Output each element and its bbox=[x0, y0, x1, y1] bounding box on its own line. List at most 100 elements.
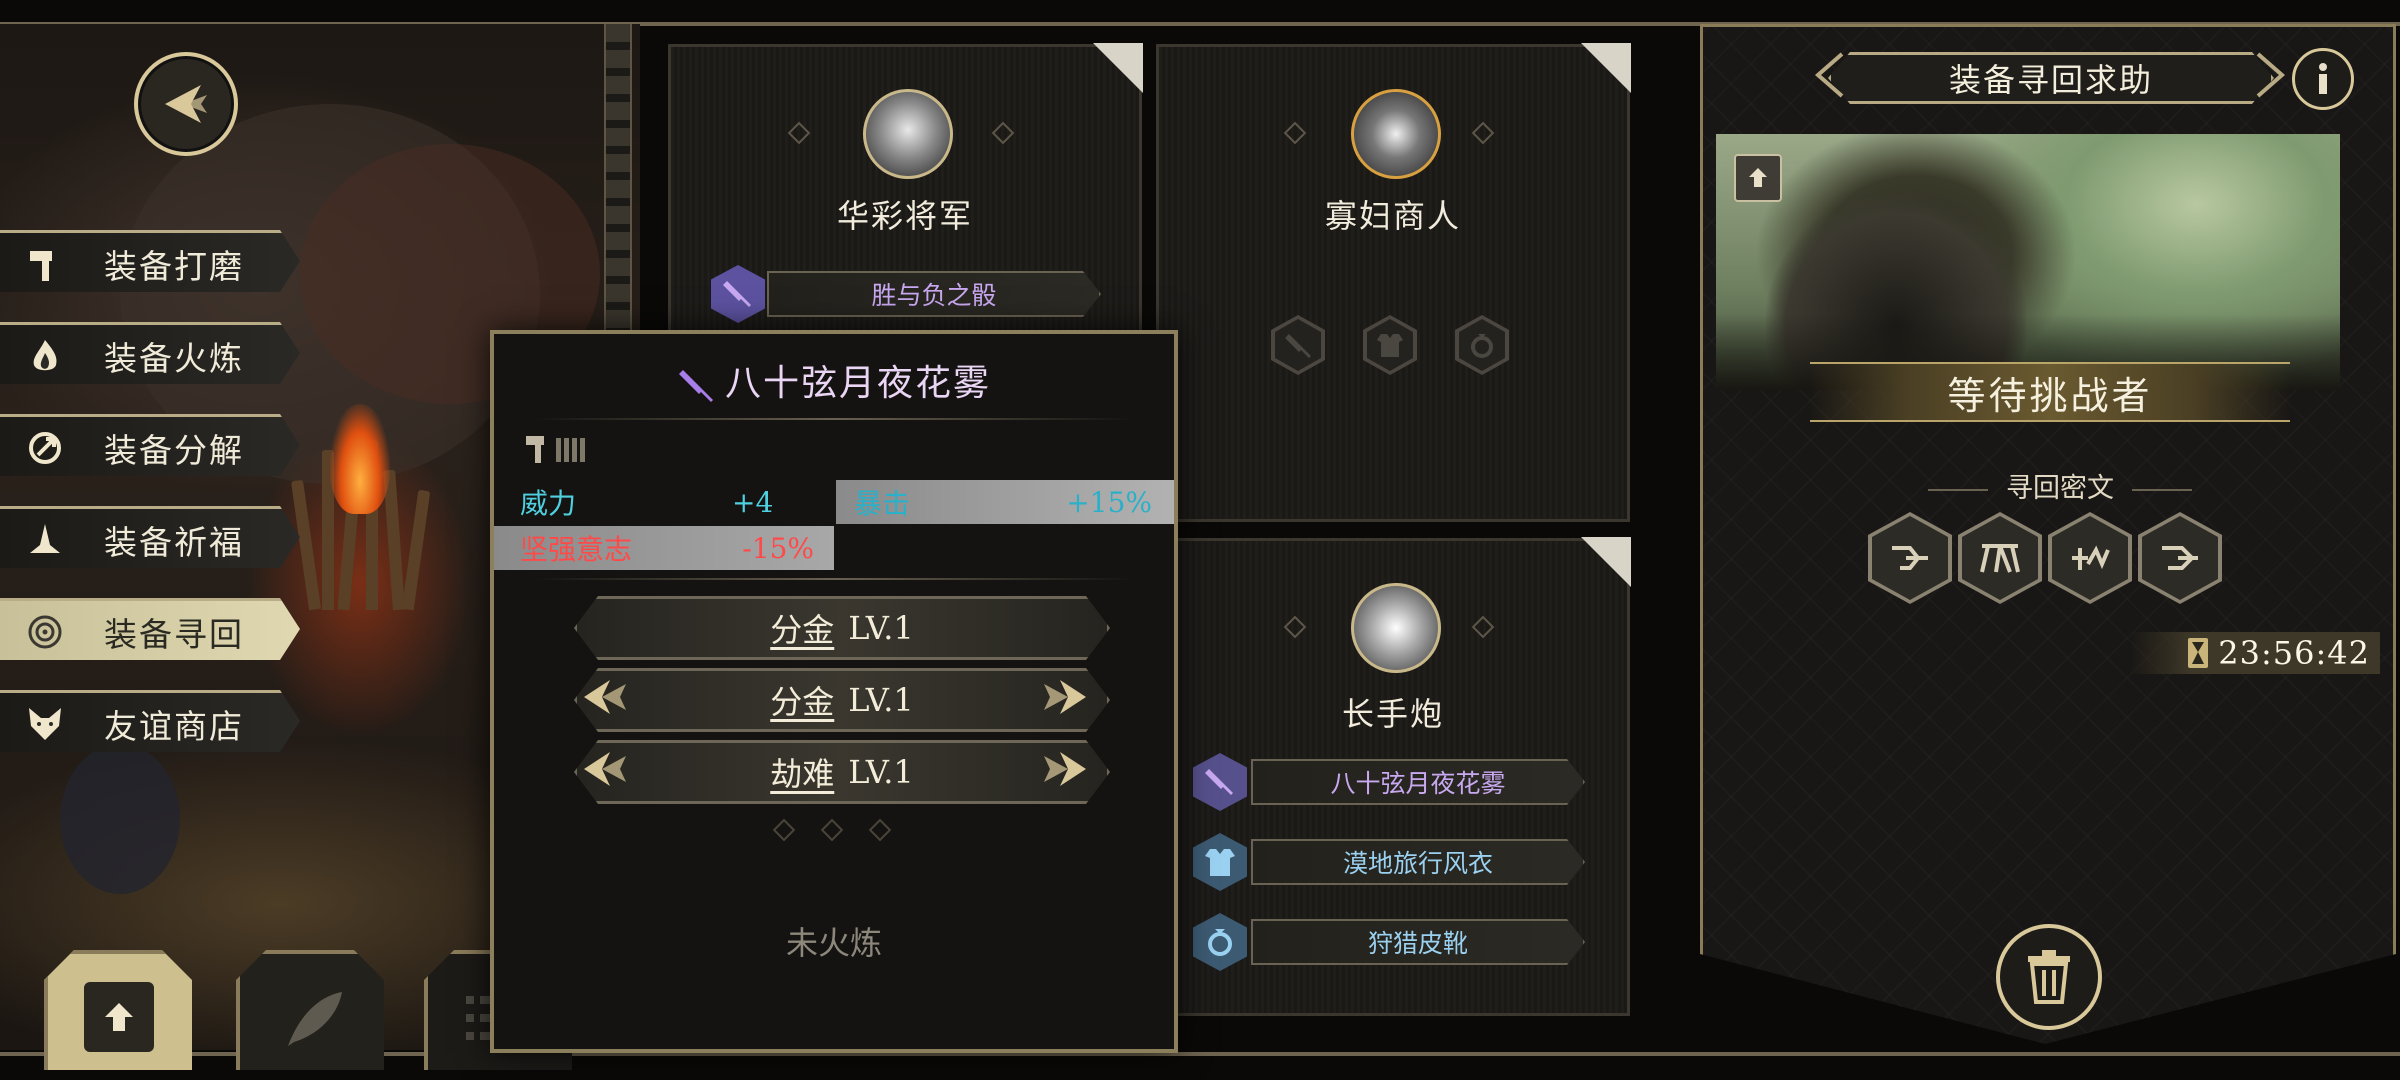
feather-tab[interactable] bbox=[236, 950, 384, 1070]
character-avatar bbox=[1351, 583, 1441, 673]
menu-item-label: 友谊商店 bbox=[104, 707, 244, 746]
hammer-icon bbox=[24, 243, 66, 285]
chevron-right-icon bbox=[2256, 52, 2286, 98]
stat-label: 威力 bbox=[520, 487, 577, 520]
deco-diamond bbox=[991, 121, 1015, 145]
popup-title: 八十弦月夜花雾 bbox=[494, 354, 1174, 406]
rune-glyph-icon bbox=[2072, 545, 2110, 570]
armor-slot[interactable] bbox=[1193, 833, 1247, 891]
target-icon bbox=[24, 611, 66, 653]
armor-icon bbox=[1205, 849, 1235, 876]
panel-title-text: 装备寻回求助 bbox=[1948, 61, 2153, 99]
affix-row[interactable]: 分金 LV.1 bbox=[574, 596, 1110, 660]
chevron-left-icon bbox=[1814, 52, 1844, 98]
deco-diamond bbox=[1471, 121, 1495, 145]
divider bbox=[534, 578, 1134, 580]
item-detail-popup: 八十弦月夜花雾 威力 +4 暴击 +15% 坚强意志 -15% 分金 LV.1 … bbox=[490, 330, 1178, 1053]
fox-icon bbox=[24, 703, 66, 745]
stat-value: +4 bbox=[732, 485, 774, 519]
menu-item-retrieve[interactable]: 装备寻回 bbox=[0, 598, 300, 660]
panel-title: 装备寻回求助 bbox=[1828, 52, 2274, 104]
menu-item-polish[interactable]: 装备打磨 bbox=[0, 230, 300, 292]
equipped-item[interactable]: 狩猎皮靴 bbox=[1251, 919, 1585, 965]
affix-name: 分金 bbox=[770, 611, 835, 649]
ring-slot[interactable] bbox=[1193, 913, 1247, 971]
countdown-timer: 23:56:42 bbox=[2130, 632, 2380, 674]
ring-icon bbox=[1208, 929, 1232, 956]
deco-diamond bbox=[1283, 615, 1307, 639]
ring-icon bbox=[1471, 334, 1493, 358]
character-card[interactable]: 寡妇商人 bbox=[1156, 43, 1631, 522]
empty-armor-slot[interactable] bbox=[1363, 315, 1417, 375]
deco-diamond bbox=[820, 818, 844, 842]
empty-weapon-slot[interactable] bbox=[1271, 315, 1325, 375]
card-corner bbox=[1581, 43, 1631, 93]
empty-ring-slot[interactable] bbox=[1455, 315, 1509, 375]
affix-row[interactable]: 劫难 LV.1 bbox=[574, 740, 1110, 804]
character-card[interactable]: 华彩将军 胜与负之骰 bbox=[668, 43, 1143, 405]
upload-tab[interactable] bbox=[44, 950, 192, 1070]
card-corner bbox=[1581, 537, 1631, 587]
disassemble-icon bbox=[24, 427, 66, 469]
polish-level-indicator bbox=[524, 430, 594, 470]
divider bbox=[534, 418, 1134, 420]
character-name: 华彩将军 bbox=[836, 197, 973, 235]
affix-level: LV.1 bbox=[848, 681, 914, 719]
menu-item-label: 装备打磨 bbox=[104, 247, 244, 286]
affix-row[interactable]: 分金 LV.1 bbox=[574, 668, 1110, 732]
deco-diamond bbox=[787, 121, 811, 145]
sword-icon bbox=[1285, 334, 1311, 358]
weapon-slot[interactable] bbox=[1193, 753, 1247, 811]
stat-value: -15% bbox=[742, 531, 814, 565]
flame-icon bbox=[24, 335, 66, 377]
deco-diamond bbox=[1471, 615, 1495, 639]
deco-diamond bbox=[772, 818, 796, 842]
menu-item-label: 装备火炼 bbox=[104, 339, 244, 378]
cipher-label: 寻回密文 bbox=[1900, 466, 2220, 505]
timer-value: 23:56:42 bbox=[2218, 634, 2370, 672]
sword-icon bbox=[1205, 769, 1233, 795]
upload-icon bbox=[84, 982, 154, 1052]
share-button[interactable] bbox=[1734, 154, 1782, 202]
hourglass-icon bbox=[2188, 638, 2209, 668]
equipped-item[interactable]: 胜与负之骰 bbox=[767, 271, 1101, 317]
stat-row-power: 威力 +4 bbox=[494, 480, 834, 524]
rune-glyph-icon bbox=[1980, 544, 2020, 573]
equipped-item[interactable]: 漠地旅行风衣 bbox=[1251, 839, 1585, 885]
upload-icon bbox=[1749, 168, 1767, 187]
arrow-right-icon bbox=[1044, 680, 1086, 714]
menu-item-label: 装备分解 bbox=[104, 431, 244, 470]
deco-diamond bbox=[1283, 121, 1307, 145]
weapon-slot[interactable] bbox=[711, 265, 765, 323]
affix-name: 劫难 bbox=[770, 755, 835, 793]
forge-status: 未火炼 bbox=[785, 924, 882, 962]
menu-item-blessing[interactable]: 装备祈福 bbox=[0, 506, 300, 568]
character-card[interactable]: 长手炮 八十弦月夜花雾 漠地旅行风衣 狩猎皮靴 bbox=[1156, 537, 1631, 1016]
menu-item-label: 装备祈福 bbox=[104, 523, 244, 562]
back-button[interactable] bbox=[134, 52, 238, 156]
character-name: 长手炮 bbox=[1341, 695, 1444, 733]
menu-item-forge[interactable]: 装备火炼 bbox=[0, 322, 300, 384]
back-arrow-icon bbox=[165, 85, 207, 123]
menu-item-friendship-shop[interactable]: 友谊商店 bbox=[0, 690, 300, 752]
status-banner: 等待挑战者 bbox=[1810, 362, 2290, 422]
equipped-item[interactable]: 八十弦月夜花雾 bbox=[1251, 759, 1585, 805]
delete-button[interactable] bbox=[1996, 924, 2102, 1030]
stat-row-crit: 暴击 +15% bbox=[836, 480, 1174, 524]
arrow-left-icon bbox=[584, 752, 626, 786]
deco-diamond bbox=[868, 818, 892, 842]
stat-label: 坚强意志 bbox=[520, 533, 633, 566]
info-button[interactable] bbox=[2292, 48, 2354, 110]
character-name: 寡妇商人 bbox=[1324, 197, 1461, 235]
arrow-left-icon bbox=[584, 680, 626, 714]
menu-item-disassemble[interactable]: 装备分解 bbox=[0, 414, 300, 476]
info-icon bbox=[2319, 63, 2327, 94]
rune-glyph-icon bbox=[1892, 546, 1928, 570]
stat-row-willpower: 坚强意志 -15% bbox=[494, 526, 834, 570]
trash-icon bbox=[2028, 950, 2070, 1004]
armor-icon bbox=[1377, 334, 1403, 357]
affix-name: 分金 bbox=[770, 683, 835, 721]
cipher-label-text: 寻回密文 bbox=[2006, 473, 2114, 504]
stat-value: +15% bbox=[1066, 485, 1152, 519]
affix-level: LV.1 bbox=[848, 609, 914, 647]
